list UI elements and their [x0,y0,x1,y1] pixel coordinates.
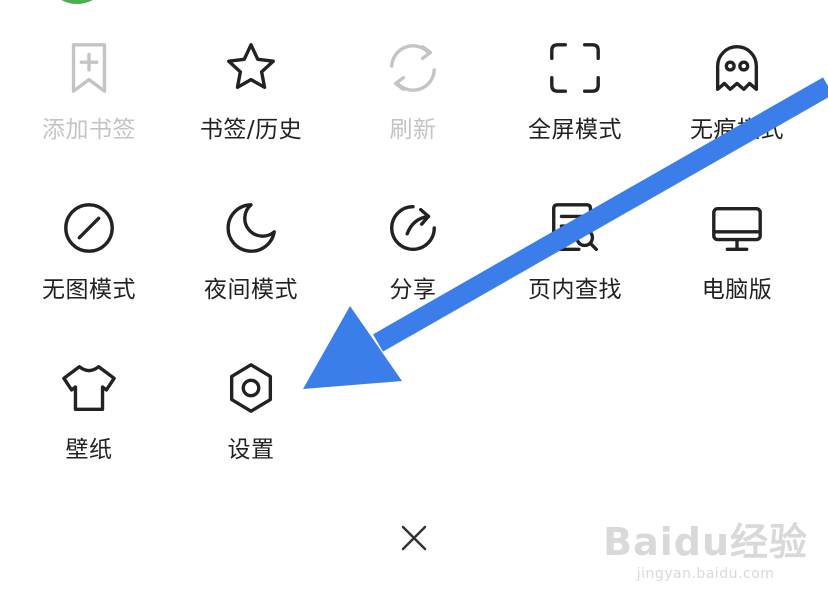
no-image-mode-label: 无图模式 [42,277,136,303]
desktop-icon [707,198,767,258]
refresh-button[interactable]: 刷新 [338,38,488,168]
night-mode-label: 夜间模式 [204,277,298,303]
moon-icon [221,198,281,258]
wallpaper-button[interactable]: 壁纸 [14,358,164,488]
fullscreen-label: 全屏模式 [528,117,622,143]
star-icon [221,38,281,98]
night-mode-button[interactable]: 夜间模式 [176,198,326,328]
find-in-page-icon [545,198,605,258]
desktop-version-button[interactable]: 电脑版 [662,198,812,328]
close-button[interactable] [390,514,438,562]
refresh-label: 刷新 [389,117,437,143]
settings-label: 设置 [227,437,275,463]
settings-icon [221,358,281,418]
bookmark-add-icon [59,38,119,98]
incognito-button[interactable]: 无痕模式 [662,38,812,168]
share-label: 分享 [389,277,437,303]
status-indicator [44,0,110,4]
add-bookmark-label: 添加书签 [42,117,136,143]
find-in-page-label: 页内查找 [528,277,622,303]
tshirt-icon [59,358,119,418]
no-image-icon [59,198,119,258]
wallpaper-label: 壁纸 [65,437,113,463]
no-image-mode-button[interactable]: 无图模式 [14,198,164,328]
fullscreen-icon [545,38,605,98]
bookmarks-history-button[interactable]: 书签/历史 [176,38,326,168]
share-icon [383,198,443,258]
watermark: Baidu经验 jingyan.baidu.com [603,511,808,582]
watermark-logo: Baidu经验 [603,520,808,564]
share-button[interactable]: 分享 [338,198,488,328]
fullscreen-button[interactable]: 全屏模式 [500,38,650,168]
bookmarks-history-label: 书签/历史 [199,117,303,143]
incognito-label: 无痕模式 [690,117,784,143]
ghost-icon [707,38,767,98]
add-bookmark-button[interactable]: 添加书签 [14,38,164,168]
settings-button[interactable]: 设置 [176,358,326,488]
watermark-url: jingyan.baidu.com [636,566,775,582]
find-in-page-button[interactable]: 页内查找 [500,198,650,328]
desktop-version-label: 电脑版 [701,277,773,303]
close-icon [401,525,427,551]
refresh-icon [383,38,443,98]
